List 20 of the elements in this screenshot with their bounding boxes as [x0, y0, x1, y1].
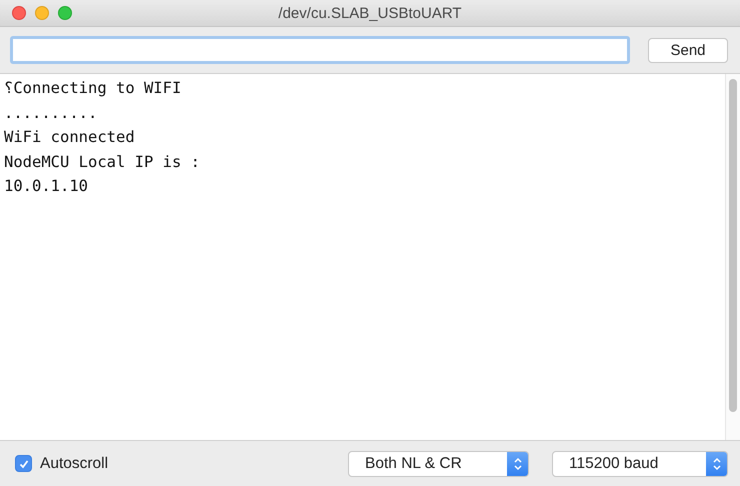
- line-ending-dropdown[interactable]: Both NL & CR: [348, 450, 529, 476]
- output-line: WiFi connected: [4, 127, 136, 148]
- minimize-button[interactable]: [35, 6, 49, 20]
- output-line: 10.0.1.10: [4, 176, 89, 197]
- input-field[interactable]: [10, 36, 630, 64]
- baud-rate-dropdown[interactable]: 115200 baud: [552, 450, 728, 476]
- stepper-icon: [706, 452, 727, 476]
- zoom-button[interactable]: [58, 6, 72, 20]
- autoscroll-label: Autoscroll: [40, 454, 108, 472]
- send-button[interactable]: Send: [648, 38, 728, 62]
- checkbox[interactable]: [15, 455, 32, 472]
- stepper-icon: [507, 452, 528, 476]
- output-line: ⸮Connecting to WIFI: [4, 78, 182, 99]
- output-line: NodeMCU Local IP is :: [4, 152, 201, 172]
- scrollbar[interactable]: [725, 74, 740, 440]
- checkmark-icon: [18, 458, 30, 470]
- close-button[interactable]: [12, 6, 26, 20]
- output-line: ..........: [4, 102, 98, 124]
- scrollbar-thumb[interactable]: [729, 79, 737, 412]
- window-title: /dev/cu.SLAB_USBtoUART: [278, 4, 462, 22]
